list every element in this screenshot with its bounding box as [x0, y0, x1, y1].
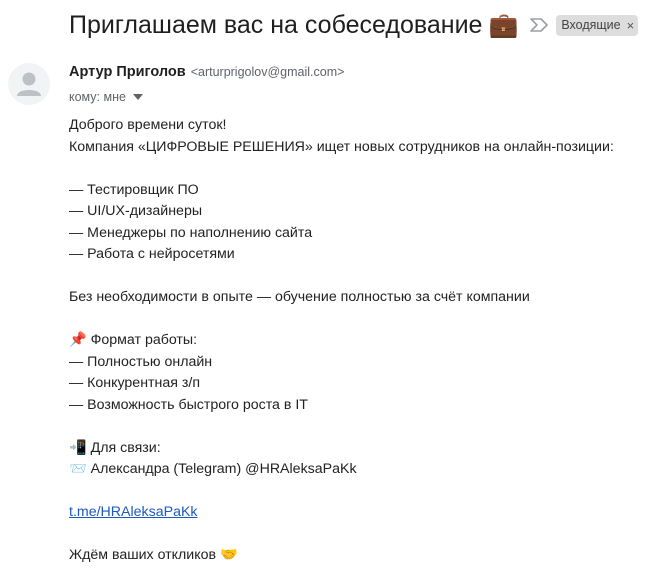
importance-marker-icon[interactable]	[528, 14, 550, 36]
email-body: Доброго времени суток! Компания «ЦИФРОВЫ…	[69, 115, 659, 567]
briefcase-emoji: 💼	[488, 11, 519, 39]
sender-avatar[interactable]	[8, 63, 50, 105]
closing-line: Ждём ваших откликов 🤝	[69, 547, 238, 563]
sender-email: <arturprigolov@gmail.com>	[190, 65, 345, 79]
greeting-line: Доброго времени суток!	[69, 117, 227, 133]
recipient-text: кому: мне	[69, 90, 126, 104]
experience-line: Без необходимости в опыте — обучение пол…	[69, 289, 530, 305]
email-subject: Приглашаем вас на собеседование	[69, 10, 483, 39]
format-item: — Полностью онлайн	[69, 353, 213, 370]
position-item: — Менеджеры по наполнению сайта	[69, 224, 313, 241]
inbox-label-chip[interactable]: Входящие ×	[556, 14, 639, 36]
recipient-row: кому: мне	[69, 88, 143, 106]
format-heading: 📌 Формат работы:	[69, 332, 198, 348]
position-item: — Работа с нейросетями	[69, 246, 235, 262]
format-item: — Возможность быстрого роста в IT	[69, 396, 308, 413]
person-avatar-icon	[17, 72, 41, 96]
position-item: — UI/UX-дизайнеры	[69, 203, 203, 219]
contact-heading: 📲 Для связи:	[69, 439, 161, 456]
telegram-link[interactable]: t.me/HRAleksaPaKk	[69, 504, 198, 520]
caret-down-icon[interactable]	[132, 92, 143, 102]
position-item: — Тестировщик ПО	[69, 181, 199, 198]
inbox-label-text: Входящие	[561, 18, 621, 32]
sender-row: Артур Приголов <arturprigolov@gmail.com>	[69, 64, 344, 84]
contact-line: 📨 Александра (Telegram) @HRAleksaPaKk	[69, 461, 357, 477]
intro-line: Компания «ЦИФРОВЫЕ РЕШЕНИЯ» ищет новых с…	[69, 138, 614, 155]
sender-name[interactable]: Артур Приголов	[69, 64, 186, 80]
remove-label-icon[interactable]: ×	[627, 19, 635, 32]
format-item: — Конкурентная з/п	[69, 375, 201, 391]
subject-row: Приглашаем вас на собеседование 💼 Входящ…	[69, 8, 659, 42]
